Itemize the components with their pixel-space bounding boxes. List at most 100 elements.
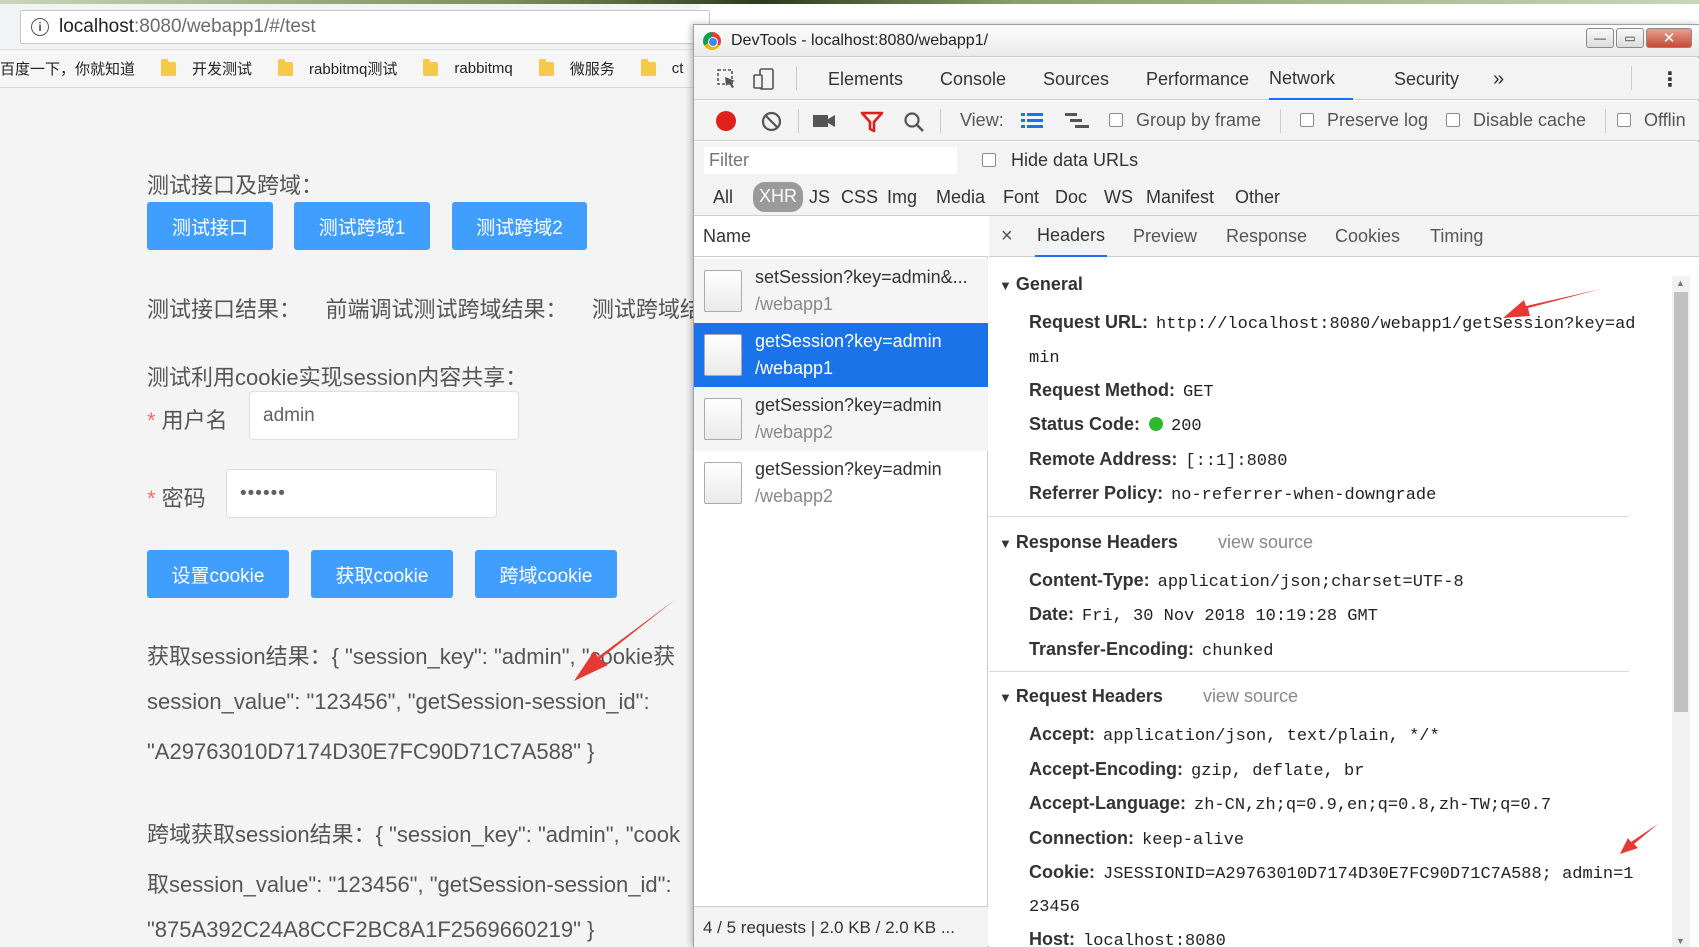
name-column-header[interactable]: Name xyxy=(694,216,988,257)
close-icon[interactable]: ✕ xyxy=(1646,28,1692,48)
request-headers-section-header[interactable]: ▼ Request Headers view source xyxy=(999,686,1298,707)
group-by-frame-checkbox[interactable] xyxy=(1109,113,1123,127)
filter-icon[interactable] xyxy=(860,111,884,133)
general-section-header[interactable]: ▼ General xyxy=(999,274,1083,295)
cross-cookie-button[interactable]: 跨域cookie xyxy=(475,550,617,598)
record-icon[interactable] xyxy=(716,111,736,131)
close-detail-icon[interactable]: × xyxy=(1001,216,1013,257)
tab-network[interactable]: Network xyxy=(1269,58,1354,100)
set-cookie-button[interactable]: 设置cookie xyxy=(147,550,289,598)
scroll-down-icon[interactable]: ▼ xyxy=(1676,936,1685,946)
address-input[interactable]: i localhost:8080/webapp1/#/test xyxy=(20,10,710,44)
disable-cache-label: Disable cache xyxy=(1473,110,1587,130)
devtools-tabs: Elements Console Sources Performance Net… xyxy=(694,58,1699,100)
maximize-icon[interactable]: ▭ xyxy=(1616,28,1644,48)
offline-label: Offlin xyxy=(1644,110,1686,130)
request-path: /webapp1 xyxy=(755,294,834,314)
bookmark-item[interactable]: rabbitmq测试 xyxy=(278,58,397,79)
request-row[interactable]: getSession?key=admin/webapp2 xyxy=(694,451,988,515)
type-other[interactable]: Other xyxy=(1235,187,1280,208)
network-status-summary: 4 / 5 requests | 2.0 KB / 2.0 KB ... xyxy=(694,906,988,947)
response-headers-section-header[interactable]: ▼ Response Headers view source xyxy=(999,532,1313,553)
bookmark-item[interactable]: ct xyxy=(640,58,683,77)
device-toggle-icon[interactable] xyxy=(752,67,776,91)
filter-input[interactable] xyxy=(704,147,957,174)
type-doc[interactable]: Doc xyxy=(1055,187,1087,208)
url-text: localhost:8080/webapp1/#/test xyxy=(59,16,316,37)
preserve-log-checkbox[interactable] xyxy=(1300,113,1314,127)
tab-elements[interactable]: Elements xyxy=(828,58,903,100)
request-name: getSession?key=admin xyxy=(755,459,942,479)
annotation-arrow xyxy=(574,599,676,681)
request-path: /webapp2 xyxy=(755,486,834,506)
bookmark-item[interactable]: 百度一下，你就知道 xyxy=(0,58,135,79)
collapse-triangle-icon: ▼ xyxy=(999,278,1012,293)
type-font[interactable]: Font xyxy=(1003,187,1039,208)
username-input[interactable]: admin xyxy=(249,391,519,440)
accept-language-row: Accept-Language: zh-CN,zh;q=0.9,en;q=0.8,… xyxy=(1029,793,1552,815)
tab-sources[interactable]: Sources xyxy=(1043,58,1109,100)
request-name: setSession?key=admin&... xyxy=(755,267,968,287)
test-cross1-button[interactable]: 测试跨域1 xyxy=(294,202,430,250)
tab-console[interactable]: Console xyxy=(940,58,1006,100)
detail-tab-response[interactable]: Response xyxy=(1226,216,1307,257)
inspect-icon[interactable] xyxy=(716,68,738,90)
detail-tab-preview[interactable]: Preview xyxy=(1133,216,1197,257)
view-source-link[interactable]: view source xyxy=(1203,686,1298,706)
scroll-up-icon[interactable]: ▲ xyxy=(1676,278,1685,288)
bookmark-item[interactable]: 微服务 xyxy=(538,58,615,79)
type-manifest[interactable]: Manifest xyxy=(1146,187,1214,208)
detail-tab-timing[interactable]: Timing xyxy=(1430,216,1483,257)
request-url-row-cont: min xyxy=(1029,349,1060,368)
type-js[interactable]: JS xyxy=(809,187,830,208)
tab-security[interactable]: Security xyxy=(1394,58,1459,100)
type-css[interactable]: CSS xyxy=(841,187,878,208)
detail-tabs: × Headers Preview Response Cookies Timin… xyxy=(989,216,1699,257)
kebab-menu-icon[interactable]: ⋮ xyxy=(1660,58,1680,100)
type-all[interactable]: All xyxy=(713,187,733,208)
type-ws[interactable]: WS xyxy=(1104,187,1133,208)
resource-type-filters: All XHR JS CSS Img Media Font Doc WS Man… xyxy=(694,178,1699,216)
scrollbar-thumb[interactable] xyxy=(1674,292,1688,712)
list-view-icon[interactable] xyxy=(1021,112,1043,130)
cookie-row-cont: 23456 xyxy=(1029,898,1081,917)
offline-checkbox[interactable] xyxy=(1617,113,1631,127)
detail-tab-headers[interactable]: Headers xyxy=(1035,216,1108,257)
waterfall-view-icon[interactable] xyxy=(1065,112,1089,130)
more-tabs-icon[interactable]: » xyxy=(1493,58,1504,100)
accept-encoding-row: Accept-Encoding: gzip, deflate, br xyxy=(1029,759,1365,781)
folder-icon xyxy=(423,58,439,76)
screenshot-camera-icon[interactable] xyxy=(812,112,836,130)
test-api-button[interactable]: 测试接口 xyxy=(147,202,273,250)
request-list: Name setSession?key=admin&... /webapp1 ge… xyxy=(694,216,988,947)
test-cross2-button[interactable]: 测试跨域2 xyxy=(452,202,587,250)
type-xhr[interactable]: XHR xyxy=(753,182,804,212)
bookmark-item[interactable]: rabbitmq xyxy=(423,58,513,77)
cross-result-line: "875A392C24A8CCF2BC8A1F2569660219" } xyxy=(147,917,595,942)
section-title-cookie: 测试利用cookie实现session内容共享： xyxy=(147,365,528,390)
type-media[interactable]: Media xyxy=(936,187,985,208)
password-input[interactable]: •••••• xyxy=(226,469,497,518)
minimize-icon[interactable]: — xyxy=(1586,28,1614,48)
detail-scrollbar[interactable]: ▲ ▼ xyxy=(1672,276,1690,947)
disable-cache-checkbox[interactable] xyxy=(1446,113,1460,127)
devtools-titlebar: DevTools - localhost:8080/webapp1/ — ▭ ✕ xyxy=(694,25,1699,57)
bookmark-item[interactable]: 开发测试 xyxy=(161,58,252,79)
view-source-link[interactable]: view source xyxy=(1218,532,1313,552)
transfer-encoding-row: Transfer-Encoding: chunked xyxy=(1029,639,1274,661)
cookie-row: Cookie: JSESSIONID=A29763010D7174D30E7FC9… xyxy=(1029,862,1634,884)
clear-icon[interactable] xyxy=(761,111,782,132)
get-cookie-button[interactable]: 获取cookie xyxy=(311,550,453,598)
request-row-selected[interactable]: getSession?key=admin/webapp1 xyxy=(694,323,988,387)
request-row[interactable]: setSession?key=admin&... /webapp1 xyxy=(694,259,988,323)
folder-icon xyxy=(161,58,177,76)
search-icon[interactable] xyxy=(903,111,925,133)
request-row[interactable]: getSession?key=admin/webapp2 xyxy=(694,387,988,451)
view-label: View: xyxy=(960,110,1004,130)
detail-tab-cookies[interactable]: Cookies xyxy=(1335,216,1400,257)
hide-data-urls-checkbox[interactable] xyxy=(982,153,996,167)
collapse-triangle-icon: ▼ xyxy=(999,536,1012,551)
type-img[interactable]: Img xyxy=(887,187,917,208)
info-icon[interactable]: i xyxy=(31,18,49,36)
tab-performance[interactable]: Performance xyxy=(1146,58,1249,100)
